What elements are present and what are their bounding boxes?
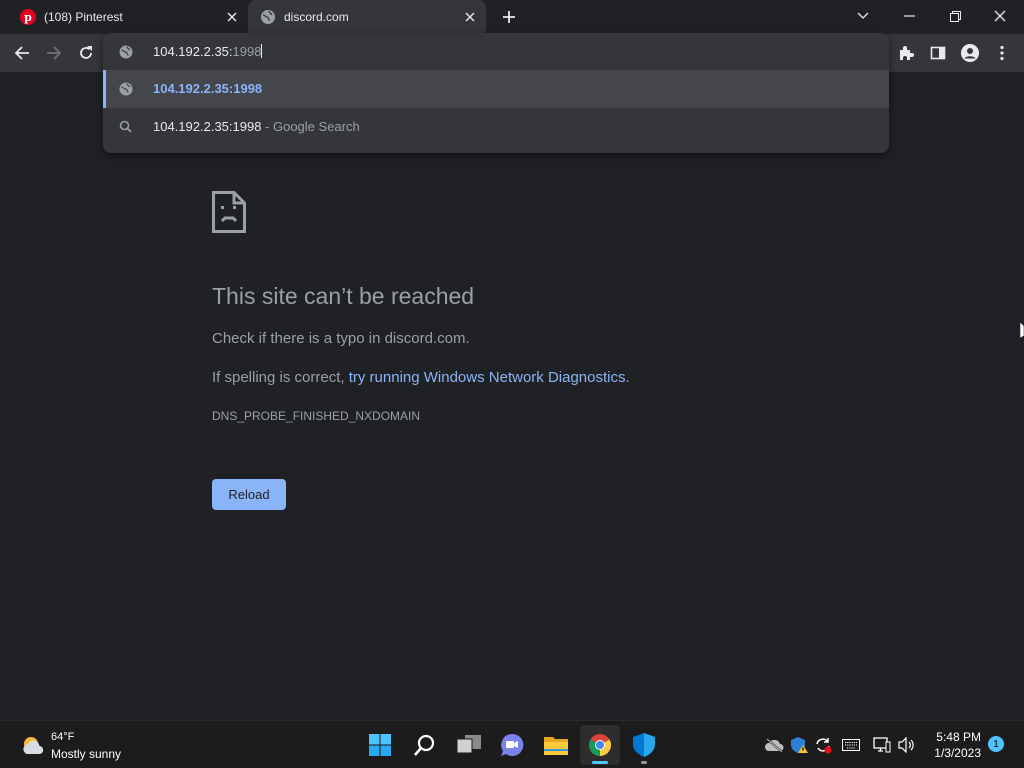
- suggestion-suffix: - Google Search: [261, 119, 360, 134]
- reload-icon: [80, 46, 92, 59]
- start-icon: [369, 734, 391, 756]
- network-icon[interactable]: [872, 735, 892, 755]
- suggestion-text: 104.192.2.35:1998: [153, 81, 263, 96]
- globe-icon: [118, 81, 134, 97]
- teams-chat-icon: [501, 733, 524, 756]
- profile-button[interactable]: [956, 39, 984, 67]
- chrome-taskbar-button[interactable]: [580, 725, 620, 765]
- tab-strip: p (108) Pinterest discord.com: [0, 0, 1024, 34]
- error-hint-diagnostics: If spelling is correct, try running Wind…: [212, 369, 630, 386]
- defender-button[interactable]: [624, 725, 664, 765]
- side-panel-icon: [930, 46, 946, 60]
- new-tab-button[interactable]: [499, 7, 519, 27]
- taskbar: 64°F Mostly sunny 5:48 PM 1/3/2023: [0, 720, 1024, 768]
- side-panel-button[interactable]: [924, 39, 952, 67]
- tab-title: discord.com: [284, 10, 349, 24]
- security-warning-icon[interactable]: [789, 735, 809, 755]
- chrome-icon: [589, 734, 611, 756]
- suggestion-url[interactable]: 104.192.2.35:1998: [103, 70, 889, 108]
- menu-button[interactable]: [988, 39, 1016, 67]
- file-explorer-icon: [544, 737, 568, 755]
- restore-icon: [949, 10, 961, 22]
- address-typed: 104.192.2.35:: [153, 44, 233, 59]
- close-window-button[interactable]: [986, 4, 1014, 28]
- start-button[interactable]: [360, 725, 400, 765]
- tab-discord[interactable]: discord.com: [248, 0, 486, 34]
- globe-icon: [260, 9, 276, 25]
- weather-sun-cloud-icon[interactable]: [20, 733, 46, 757]
- clock-time[interactable]: 5:48 PM: [936, 730, 981, 744]
- tab-title: (108) Pinterest: [44, 10, 123, 24]
- notification-badge[interactable]: 1: [988, 736, 1004, 752]
- error-hint-suffix: .: [625, 369, 630, 386]
- tab-search-button[interactable]: [849, 4, 877, 28]
- error-hint-typo: Check if there is a typo in discord.com.: [212, 330, 470, 347]
- close-tab-icon[interactable]: [462, 9, 478, 25]
- network-diagnostics-link[interactable]: try running Windows Network Diagnostics: [349, 369, 626, 386]
- plus-icon: [503, 11, 515, 23]
- keyboard-icon[interactable]: [841, 735, 861, 755]
- close-icon: [994, 10, 1006, 22]
- weather-description[interactable]: Mostly sunny: [51, 747, 121, 761]
- search-icon: [414, 734, 435, 756]
- search-icon: [118, 119, 134, 135]
- more-vert-icon: [1000, 45, 1004, 61]
- address-text[interactable]: 104.192.2.35:1998: [153, 44, 263, 59]
- suggestion-search[interactable]: 104.192.2.35:1998 - Google Search: [103, 108, 889, 146]
- teams-chat-button[interactable]: [492, 725, 532, 765]
- extensions-button[interactable]: [892, 39, 920, 67]
- restore-button[interactable]: [941, 4, 969, 28]
- arrow-right-icon: [47, 46, 62, 60]
- onedrive-offline-icon[interactable]: [764, 735, 784, 755]
- sad-file-icon: [212, 191, 246, 233]
- arrow-left-icon: [14, 46, 29, 60]
- forward-button[interactable]: [40, 39, 68, 67]
- taskbar-search-button[interactable]: [405, 725, 445, 765]
- error-title: This site can’t be reached: [212, 283, 475, 309]
- sync-error-icon[interactable]: [813, 735, 833, 755]
- omnibox-dropdown: 104.192.2.35:1998 104.192.2.35:1998 104.…: [103, 33, 889, 153]
- globe-icon: [118, 44, 134, 60]
- reload-toolbar-button[interactable]: [72, 39, 100, 67]
- weather-temperature[interactable]: 64°F: [51, 731, 74, 743]
- minimize-icon: [903, 15, 915, 17]
- reload-button[interactable]: Reload: [212, 479, 286, 510]
- address-autocomplete: 1998: [232, 44, 262, 59]
- tab-pinterest[interactable]: p (108) Pinterest: [8, 0, 248, 34]
- mouse-cursor: [1019, 321, 1024, 339]
- error-code: DNS_PROBE_FINISHED_NXDOMAIN: [212, 409, 421, 423]
- back-button[interactable]: [8, 39, 36, 67]
- defender-icon: [633, 733, 655, 757]
- address-bar[interactable]: 104.192.2.35:1998: [103, 33, 889, 70]
- pinterest-icon: p: [20, 9, 36, 25]
- puzzle-icon: [900, 46, 914, 60]
- error-hint-prefix: If spelling is correct,: [212, 369, 349, 386]
- chevron-down-icon: [857, 12, 869, 19]
- suggestion-text: 104.192.2.35:1998: [153, 119, 262, 134]
- task-view-button[interactable]: [449, 725, 489, 765]
- task-view-icon: [456, 735, 481, 754]
- volume-icon[interactable]: [897, 735, 917, 755]
- close-tab-icon[interactable]: [224, 9, 240, 25]
- clock-date[interactable]: 1/3/2023: [934, 746, 981, 760]
- active-app-indicator: [592, 761, 608, 764]
- running-app-indicator: [641, 761, 647, 764]
- person-icon: [961, 44, 979, 62]
- file-explorer-button[interactable]: [536, 725, 576, 765]
- text-caret: [261, 44, 263, 58]
- minimize-button[interactable]: [895, 4, 923, 28]
